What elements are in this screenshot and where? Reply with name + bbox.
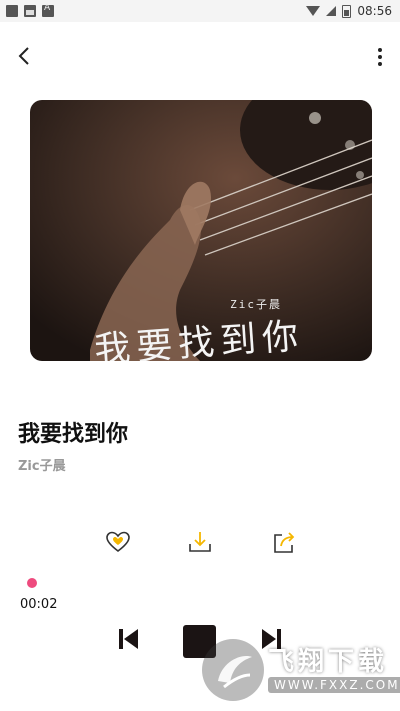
more-vert-icon <box>378 48 382 52</box>
song-artist[interactable]: Zic子晨 <box>18 455 66 474</box>
status-time: 08:56 <box>357 4 392 18</box>
skip-previous-icon <box>119 629 138 649</box>
image-notification-icon <box>24 5 36 17</box>
notification-icon <box>6 5 18 17</box>
wifi-icon <box>306 6 321 16</box>
signal-icon <box>326 6 337 16</box>
share-button[interactable] <box>270 528 298 556</box>
download-icon <box>189 532 211 552</box>
watermark-logo-icon <box>202 639 264 701</box>
heart-icon <box>106 531 130 553</box>
previous-button[interactable] <box>116 624 142 658</box>
action-bar <box>0 528 400 558</box>
watermark: 飞翔下载 WWW.FXXZ.COM <box>202 639 400 703</box>
album-cover: Zic子晨 我要找到你 <box>30 100 372 361</box>
elapsed-time: 00:02 <box>20 597 58 612</box>
watermark-url: WWW.FXXZ.COM <box>268 677 400 693</box>
song-title: 我要找到你 <box>18 422 129 447</box>
favorite-button[interactable] <box>104 528 132 556</box>
battery-icon <box>342 4 352 18</box>
chevron-left-icon <box>18 47 29 65</box>
download-button[interactable] <box>186 528 214 556</box>
progress-thumb[interactable] <box>27 578 37 588</box>
watermark-text: 飞翔下载 <box>268 647 389 677</box>
more-options-button[interactable] <box>376 46 384 66</box>
back-button[interactable] <box>14 44 36 68</box>
share-icon <box>274 532 295 553</box>
status-bar: 08:56 <box>0 0 400 22</box>
app-notification-icon <box>42 3 54 17</box>
